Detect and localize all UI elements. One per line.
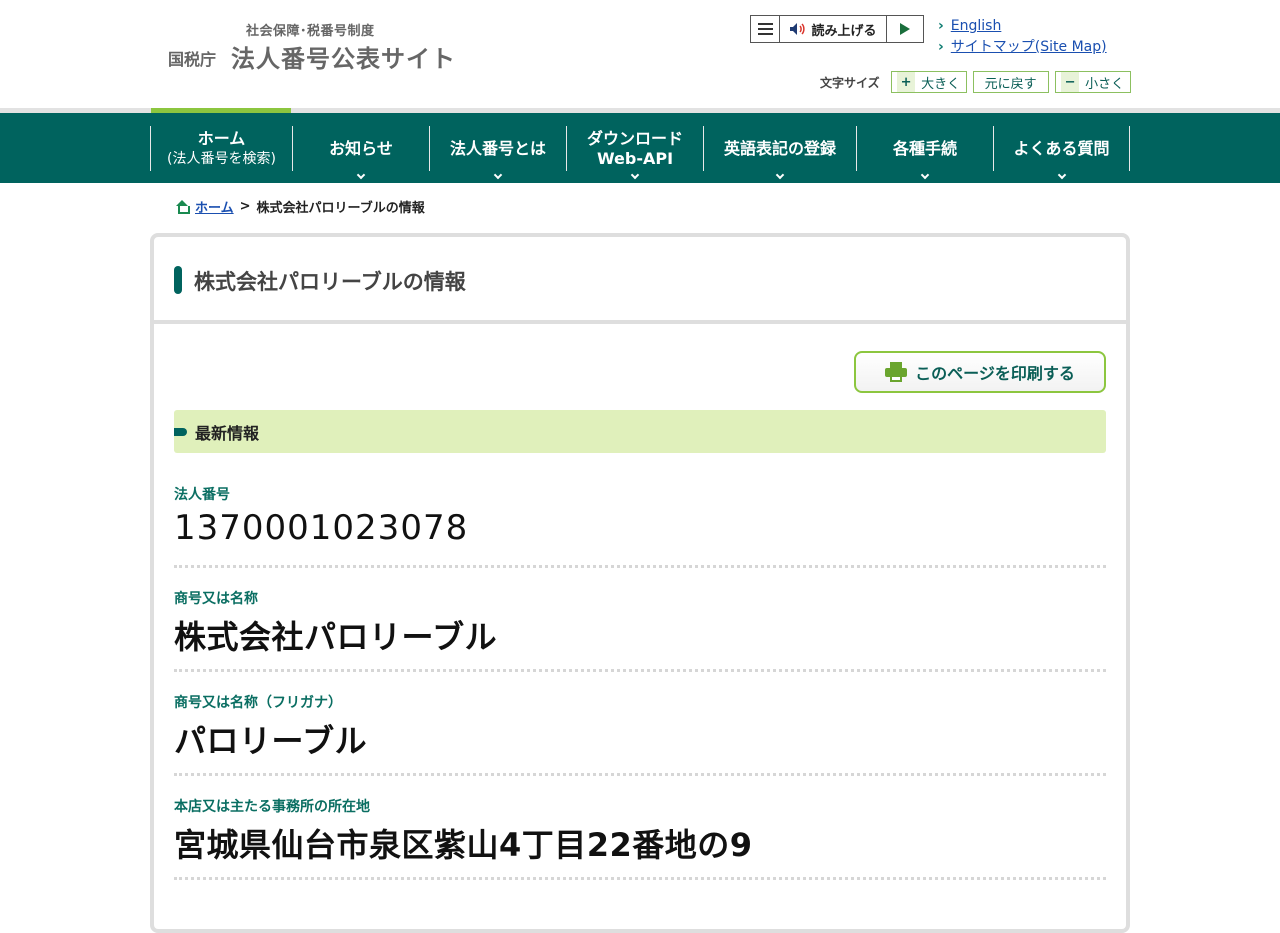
nav-item-news[interactable]: お知らせ	[292, 126, 429, 180]
nav-item-faq[interactable]: よくある質問	[993, 126, 1130, 180]
panel-header: 株式会社パロリーブルの情報	[154, 237, 1126, 324]
menu-icon	[757, 23, 773, 25]
title-accent-bar	[174, 266, 182, 294]
section-label: 最新情報	[195, 423, 260, 443]
nav-item-download[interactable]: ダウンロード Web-API	[566, 126, 703, 180]
chevron-down-icon	[356, 170, 366, 180]
chevron-down-icon	[1057, 170, 1066, 180]
field-company-name: 商号又は名称 株式会社パロリーブル	[174, 588, 1106, 672]
nav-item-procedures[interactable]: 各種手続	[856, 126, 993, 180]
breadcrumb-home-link[interactable]: ホーム	[195, 197, 234, 216]
speaker-icon	[790, 23, 806, 35]
sitemap-link[interactable]: サイトマップ(Site Map)	[938, 37, 1107, 58]
field-label: 法人番号	[174, 487, 230, 503]
main-panel: 株式会社パロリーブルの情報 このページを印刷する 最新情報 法人番号 13700…	[150, 233, 1130, 933]
field-value: 株式会社パロリーブル	[174, 618, 498, 656]
read-aloud-button[interactable]: 読み上げる	[780, 16, 887, 42]
font-size-label: 文字サイズ	[820, 75, 880, 90]
field-value: 1370001023078	[174, 508, 469, 548]
play-icon	[900, 23, 910, 35]
logo-organization: 国税庁	[168, 50, 217, 69]
print-button[interactable]: このページを印刷する	[854, 351, 1106, 393]
print-label: このページを印刷する	[915, 364, 1075, 383]
page-title: 株式会社パロリーブルの情報	[194, 270, 466, 294]
breadcrumb-current: 株式会社パロリーブルの情報	[256, 201, 425, 216]
chevron-down-icon	[630, 170, 640, 180]
read-aloud-menu-button[interactable]	[751, 16, 780, 42]
chevron-down-icon	[920, 170, 930, 180]
nav-item-english-registration[interactable]: 英語表記の登録	[703, 126, 856, 180]
global-nav: ホーム (法人番号を検索) お知らせ 法人番号とは ダウンロード Web-API…	[0, 113, 1280, 183]
nav-item-home[interactable]: ホーム (法人番号を検索)	[150, 126, 292, 171]
play-button[interactable]	[887, 16, 923, 42]
field-address: 本店又は主たる事務所の所在地 宮城県仙台市泉区紫山4丁目22番地の9	[174, 796, 1106, 880]
field-label: 商号又は名称（フリガナ）	[174, 695, 342, 711]
minus-icon: −	[1061, 72, 1080, 92]
font-smaller-button[interactable]: − 小さく	[1054, 71, 1131, 93]
field-label: 商号又は名称	[174, 591, 258, 607]
top-links: English サイトマップ(Site Map)	[938, 16, 1107, 58]
section-tag-icon	[174, 427, 187, 436]
read-aloud-toolbar: 読み上げる	[750, 15, 924, 43]
site-logo[interactable]: 社会保障･税番号制度 国税庁 法人番号公表サイト	[168, 20, 468, 73]
chevron-down-icon	[775, 170, 785, 180]
nav-item-about[interactable]: 法人番号とは	[429, 126, 566, 180]
site-header: 社会保障･税番号制度 国税庁 法人番号公表サイト 読み上げる English サ…	[0, 0, 1280, 108]
font-reset-button[interactable]: 元に戻す	[972, 71, 1049, 93]
font-size-controls: 文字サイズ + 大きく 元に戻す − 小さく	[820, 71, 1131, 93]
english-link[interactable]: English	[938, 16, 1107, 37]
section-header-latest: 最新情報	[174, 410, 1106, 453]
field-company-name-kana: 商号又は名称（フリガナ） パロリーブル	[174, 692, 1106, 776]
logo-subtitle: 社会保障･税番号制度	[246, 24, 375, 39]
field-corporate-number: 法人番号 1370001023078	[174, 484, 1106, 568]
chevron-down-icon	[493, 170, 503, 180]
plus-icon: +	[897, 72, 916, 92]
field-value: パロリーブル	[174, 722, 368, 760]
home-icon	[175, 199, 190, 214]
field-label: 本店又は主たる事務所の所在地	[174, 799, 370, 815]
logo-title: 法人番号公表サイト	[231, 45, 456, 73]
breadcrumb-separator: >	[239, 199, 251, 214]
font-larger-button[interactable]: + 大きく	[890, 71, 967, 93]
field-value: 宮城県仙台市泉区紫山4丁目22番地の9	[174, 826, 753, 864]
breadcrumb: ホーム > 株式会社パロリーブルの情報	[175, 197, 425, 216]
printer-icon	[885, 362, 908, 382]
read-aloud-label: 読み上げる	[811, 23, 877, 39]
